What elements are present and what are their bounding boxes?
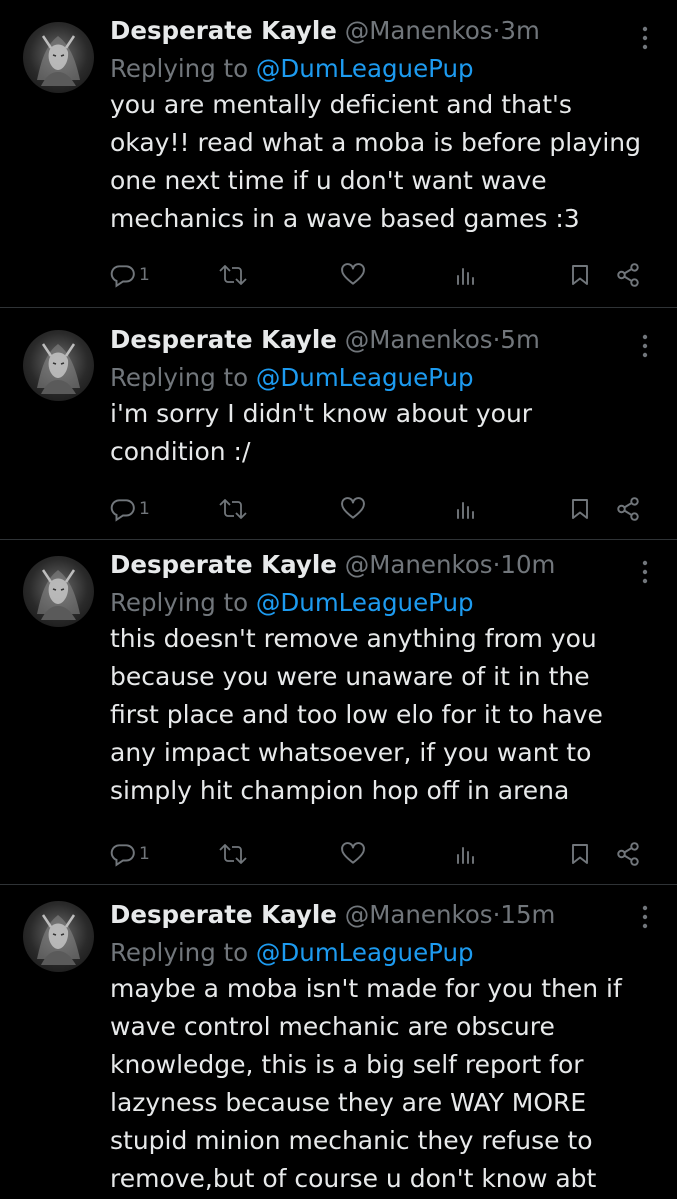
- user-handle[interactable]: @Manenkos: [345, 325, 493, 354]
- more-vertical-icon[interactable]: [641, 560, 649, 584]
- replying-to-line: Replying to @DumLeaguePup: [110, 53, 657, 85]
- share-button[interactable]: [615, 494, 641, 524]
- action-bar: 1: [110, 260, 650, 290]
- display-name[interactable]: Desperate Kayle: [110, 325, 337, 354]
- timestamp[interactable]: 3m: [500, 16, 539, 45]
- tweet-header: Desperate Kayle @Manenkos·10m: [110, 549, 657, 581]
- avatar[interactable]: [23, 330, 94, 401]
- views-button[interactable]: [453, 494, 477, 524]
- tweet-text: this doesn't remove anything from you be…: [110, 624, 603, 805]
- replying-to-label: Replying to: [110, 588, 249, 617]
- like-button[interactable]: [340, 260, 366, 290]
- views-icon: [453, 262, 477, 288]
- retweet-icon: [218, 841, 248, 867]
- retweet-button[interactable]: [218, 494, 248, 524]
- views-button[interactable]: [453, 839, 477, 869]
- tweet-text: maybe a moba isn't made for you then if …: [110, 974, 622, 1193]
- action-bar: 1: [110, 839, 650, 869]
- more-vertical-icon[interactable]: [641, 334, 649, 358]
- like-button[interactable]: [340, 494, 366, 524]
- bookmark-button[interactable]: [568, 839, 592, 869]
- share-button[interactable]: [615, 260, 641, 290]
- heart-icon: [340, 496, 366, 522]
- timestamp[interactable]: 10m: [500, 550, 555, 579]
- bookmark-icon: [568, 262, 592, 288]
- user-handle[interactable]: @Manenkos: [345, 16, 493, 45]
- bookmark-button[interactable]: [568, 494, 592, 524]
- more-vertical-icon[interactable]: [641, 26, 649, 50]
- action-bar: 1: [110, 494, 650, 524]
- reply-count: 1: [139, 499, 150, 519]
- bookmark-button[interactable]: [568, 260, 592, 290]
- tweet-header: Desperate Kayle @Manenkos·3m: [110, 15, 657, 47]
- retweet-icon: [218, 262, 248, 288]
- replying-to-link[interactable]: @DumLeaguePup: [256, 363, 474, 392]
- replying-to-line: Replying to @DumLeaguePup: [110, 937, 657, 969]
- bookmark-icon: [568, 496, 592, 522]
- reply-button[interactable]: 1: [110, 260, 150, 290]
- bookmark-icon: [568, 841, 592, 867]
- replying-to-link[interactable]: @DumLeaguePup: [256, 588, 474, 617]
- tweet-header: Desperate Kayle @Manenkos·5m: [110, 324, 657, 356]
- display-name[interactable]: Desperate Kayle: [110, 900, 337, 929]
- more-vertical-icon[interactable]: [641, 905, 649, 929]
- user-handle[interactable]: @Manenkos: [345, 550, 493, 579]
- reply-button[interactable]: 1: [110, 494, 150, 524]
- heart-icon: [340, 841, 366, 867]
- replying-to-line: Replying to @DumLeaguePup: [110, 587, 657, 619]
- replying-to-label: Replying to: [110, 363, 249, 392]
- tweet-content: Desperate Kayle @Manenkos·10m Replying t…: [110, 549, 657, 810]
- tweet[interactable]: Desperate Kayle @Manenkos·15m Replying t…: [0, 885, 677, 1199]
- share-icon: [615, 496, 641, 522]
- views-icon: [453, 496, 477, 522]
- replying-to-link[interactable]: @DumLeaguePup: [256, 54, 474, 83]
- share-icon: [615, 841, 641, 867]
- tweet-content: Desperate Kayle @Manenkos·15m Replying t…: [110, 899, 657, 1198]
- user-handle[interactable]: @Manenkos: [345, 900, 493, 929]
- reply-feed: Desperate Kayle @Manenkos·3m Replying to…: [0, 0, 677, 1199]
- display-name[interactable]: Desperate Kayle: [110, 550, 337, 579]
- timestamp[interactable]: 15m: [500, 900, 555, 929]
- reply-count: 1: [139, 844, 150, 864]
- tweet-header: Desperate Kayle @Manenkos·15m: [110, 899, 657, 931]
- replying-to-line: Replying to @DumLeaguePup: [110, 362, 657, 394]
- tweet[interactable]: Desperate Kayle @Manenkos·3m Replying to…: [0, 0, 677, 308]
- reply-icon: [110, 262, 136, 288]
- tweet[interactable]: Desperate Kayle @Manenkos·10m Replying t…: [0, 540, 677, 885]
- tweet-text: you are mentally deficient and that's ok…: [110, 90, 642, 233]
- reply-icon: [110, 841, 136, 867]
- retweet-button[interactable]: [218, 260, 248, 290]
- replying-to-label: Replying to: [110, 54, 249, 83]
- heart-icon: [340, 262, 366, 288]
- share-button[interactable]: [615, 839, 641, 869]
- share-icon: [615, 262, 641, 288]
- tweet-content: Desperate Kayle @Manenkos·3m Replying to…: [110, 15, 657, 238]
- views-button[interactable]: [453, 260, 477, 290]
- replying-to-label: Replying to: [110, 938, 249, 967]
- timestamp[interactable]: 5m: [500, 325, 539, 354]
- reply-count: 1: [139, 265, 150, 285]
- tweet-content: Desperate Kayle @Manenkos·5m Replying to…: [110, 324, 657, 471]
- display-name[interactable]: Desperate Kayle: [110, 16, 337, 45]
- reply-button[interactable]: 1: [110, 839, 150, 869]
- avatar[interactable]: [23, 22, 94, 93]
- avatar[interactable]: [23, 556, 94, 627]
- reply-icon: [110, 496, 136, 522]
- views-icon: [453, 841, 477, 867]
- tweet-text: i'm sorry I didn't know about your condi…: [110, 399, 533, 466]
- retweet-icon: [218, 496, 248, 522]
- avatar[interactable]: [23, 901, 94, 972]
- like-button[interactable]: [340, 839, 366, 869]
- replying-to-link[interactable]: @DumLeaguePup: [256, 938, 474, 967]
- retweet-button[interactable]: [218, 839, 248, 869]
- tweet[interactable]: Desperate Kayle @Manenkos·5m Replying to…: [0, 308, 677, 540]
